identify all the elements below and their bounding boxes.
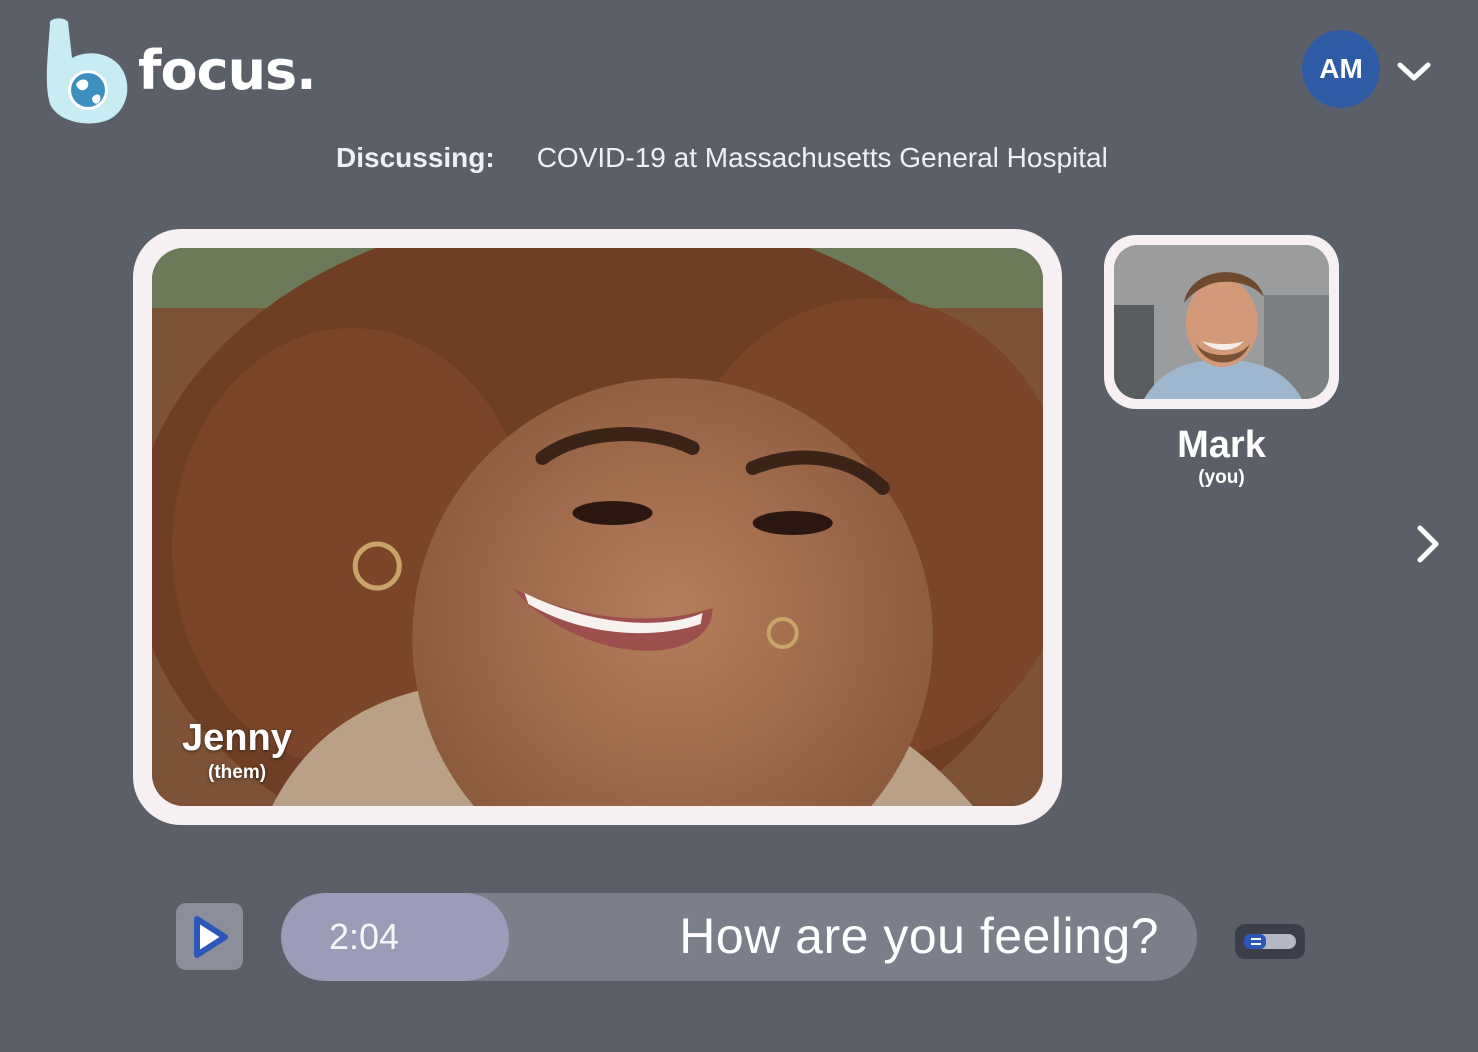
remote-participant-tag: (them) (208, 762, 267, 783)
self-video-feed (1114, 245, 1329, 399)
prompt-bar: 2:04 How are you feeling? (281, 893, 1197, 981)
chevron-down-icon[interactable] (1396, 56, 1432, 86)
caption-toggle[interactable] (1235, 924, 1305, 959)
chevron-right-icon[interactable] (1412, 522, 1444, 566)
account-avatar[interactable]: AM (1302, 30, 1380, 108)
self-participant-name: Mark (1177, 424, 1266, 466)
discussion-topic: Discussing: COVID-19 at Massachusetts Ge… (336, 142, 1108, 174)
timer-text: 2:04 (329, 916, 400, 957)
play-button[interactable] (176, 903, 243, 970)
topic-value: COVID-19 at Massachusetts General Hospit… (536, 142, 1108, 173)
play-icon (193, 915, 228, 958)
remote-video-feed: Jenny (them) (152, 248, 1043, 806)
app-name: focus. (138, 38, 317, 102)
remote-video-frame: Jenny (them) (133, 229, 1062, 825)
toggle-lines (1251, 938, 1261, 945)
topic-label: Discussing: (336, 142, 495, 173)
self-participant-tag: (you) (1198, 467, 1245, 488)
self-video-frame (1104, 235, 1339, 409)
focus-logo-icon (46, 18, 128, 124)
remote-participant-name: Jenny (182, 717, 292, 759)
app-logo: focus. (38, 14, 317, 126)
self-participant-image (1114, 245, 1329, 399)
prompt-question: How are you feeling? (679, 908, 1159, 964)
timer-pill: 2:04 (281, 893, 509, 981)
